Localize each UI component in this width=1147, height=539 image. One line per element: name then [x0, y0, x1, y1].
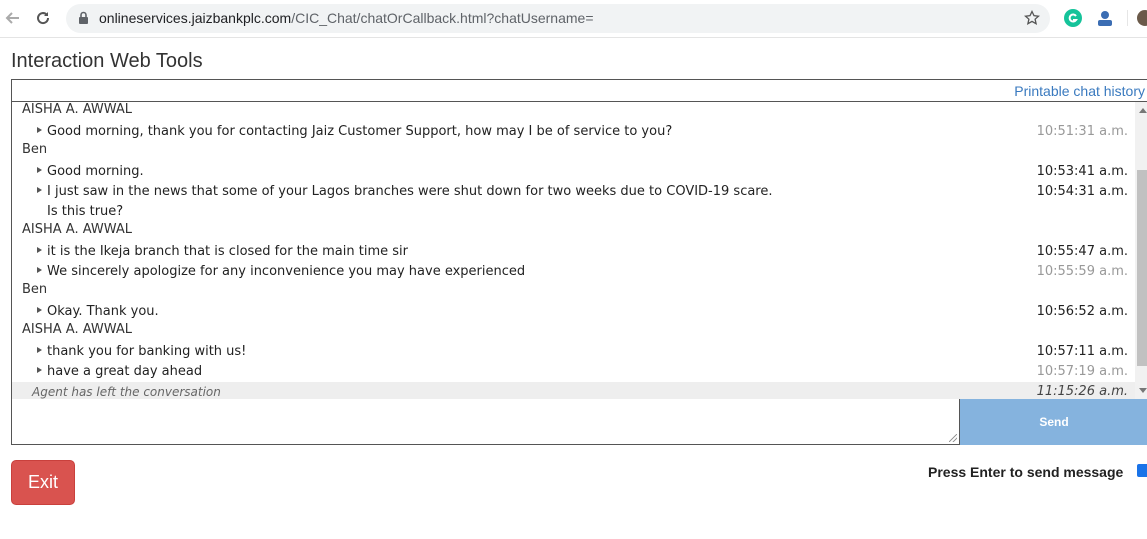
message-time: 10:55:47 a.m. — [1036, 244, 1128, 259]
chat-message: it is the Ikeja branch that is closed fo… — [12, 242, 1136, 262]
message-time: 10:57:19 a.m. — [1036, 364, 1128, 379]
chat-message: I just saw in the news that some of your… — [12, 182, 1136, 202]
message-bullet-icon — [37, 267, 42, 273]
message-text: it is the Ikeja branch that is closed fo… — [47, 244, 408, 259]
message-text: have a great day ahead — [47, 364, 203, 379]
message-bullet-icon — [37, 367, 42, 373]
message-time: 10:57:11 a.m. — [1036, 344, 1128, 359]
chat-message: Good morning. 10:53:41 a.m. — [12, 162, 1136, 182]
message-bullet-icon — [37, 187, 42, 193]
transcript-scrollbar[interactable] — [1135, 102, 1147, 399]
scrollbar-thumb[interactable] — [1137, 170, 1147, 366]
message-bullet-icon — [37, 247, 42, 253]
enter-to-send-checkbox[interactable] — [1137, 464, 1147, 477]
chat-message: Good morning, thank you for contacting J… — [12, 122, 1136, 142]
scroll-up-arrow-icon[interactable] — [1139, 108, 1147, 113]
chat-message: thank you for banking with us! 10:57:11 … — [12, 342, 1136, 362]
message-text: We sincerely apologize for any inconveni… — [47, 264, 526, 279]
exit-button[interactable]: Exit — [11, 460, 75, 505]
message-time: 10:51:31 a.m. — [1036, 124, 1128, 139]
address-url: onlineservices.jaizbankplc.com/CIC_Chat/… — [99, 10, 594, 26]
message-time: 10:54:31 a.m. — [1036, 184, 1128, 199]
send-button[interactable]: Send — [960, 399, 1147, 445]
chat-message: have a great day ahead 10:57:19 a.m. — [12, 362, 1136, 382]
reload-icon[interactable] — [31, 6, 55, 30]
sender-name: AISHA A. AWWAL — [22, 222, 133, 237]
bookmark-star-icon[interactable] — [1023, 9, 1041, 31]
message-input-wrapper — [11, 399, 960, 445]
chat-message-continuation: Is this true? — [12, 202, 1136, 222]
sender-name: Ben — [22, 282, 48, 297]
sender-name: AISHA A. AWWAL — [22, 102, 133, 117]
user-avatar-icon[interactable] — [1126, 8, 1147, 28]
message-input[interactable] — [12, 399, 959, 444]
sender-name: AISHA A. AWWAL — [22, 322, 133, 337]
message-time: 10:55:59 a.m. — [1036, 264, 1128, 279]
lock-icon — [78, 11, 89, 30]
send-button-label: Send — [1039, 415, 1069, 429]
sender-name: Ben — [22, 142, 48, 157]
message-text: I just saw in the news that some of your… — [47, 184, 773, 199]
message-text: thank you for banking with us! — [47, 344, 247, 359]
chat-message: Okay. Thank you. 10:56:52 a.m. — [12, 302, 1136, 322]
message-bullet-icon — [37, 347, 42, 353]
message-text: Okay. Thank you. — [47, 304, 159, 319]
chat-panel-header: Printable chat history — [12, 80, 1147, 102]
message-bullet-icon — [37, 167, 42, 173]
message-bullet-icon — [37, 127, 42, 133]
resize-grip-icon[interactable] — [949, 434, 957, 442]
profile-extension-icon[interactable] — [1095, 8, 1115, 28]
message-time: 10:56:52 a.m. — [1036, 304, 1128, 319]
message-text: Good morning. — [47, 164, 144, 179]
page-title: Interaction Web Tools — [11, 50, 203, 72]
browser-toolbar: onlineservices.jaizbankplc.com/CIC_Chat/… — [0, 0, 1147, 38]
system-message: Agent has left the conversation 11:15:26… — [12, 382, 1136, 399]
system-message-time: 11:15:26 a.m. — [1036, 384, 1128, 399]
address-bar[interactable]: onlineservices.jaizbankplc.com/CIC_Chat/… — [66, 4, 1050, 33]
grammarly-extension-icon[interactable] — [1063, 8, 1083, 28]
enter-to-send-label: Press Enter to send message — [928, 464, 1124, 480]
message-time: 10:53:41 a.m. — [1036, 164, 1128, 179]
message-text: Good morning, thank you for contacting J… — [47, 124, 673, 139]
back-arrow-icon[interactable] — [0, 6, 24, 30]
message-bullet-icon — [37, 307, 42, 313]
chat-panel: Printable chat history AISHA A. AWWAL Go… — [11, 79, 1147, 399]
scroll-down-arrow-icon[interactable] — [1139, 388, 1147, 393]
printable-chat-history-link[interactable]: Printable chat history — [1014, 83, 1145, 99]
chat-message: We sincerely apologize for any inconveni… — [12, 262, 1136, 282]
chat-transcript: AISHA A. AWWAL Good morning, thank you f… — [12, 102, 1136, 399]
message-text: Is this true? — [47, 204, 124, 219]
system-message-text: Agent has left the conversation — [32, 385, 221, 399]
